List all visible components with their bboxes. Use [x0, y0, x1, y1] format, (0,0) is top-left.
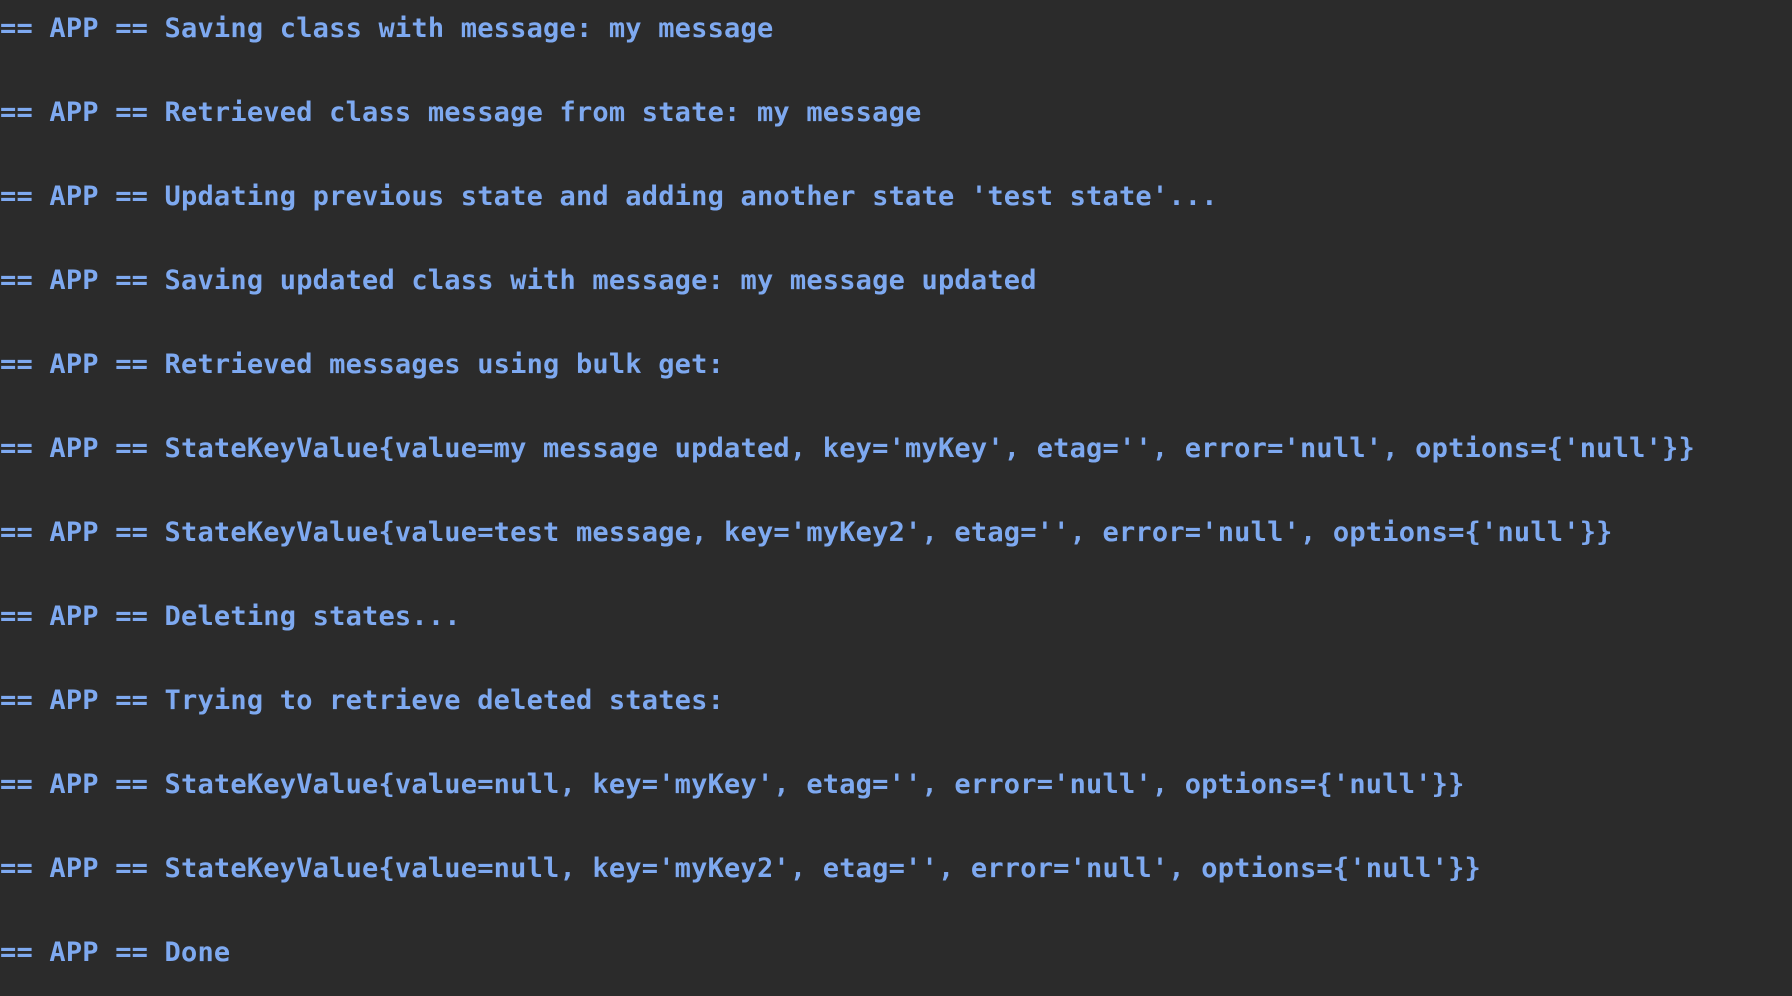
log-line: == APP == Retrieved messages using bulk … — [0, 349, 725, 380]
log-line: == APP == Updating previous state and ad… — [0, 181, 1218, 212]
log-line: == APP == StateKeyValue{value=null, key=… — [0, 853, 1481, 884]
log-line: == APP == Saving updated class with mess… — [0, 265, 1037, 296]
log-line: == APP == Retrieved class message from s… — [0, 97, 922, 128]
log-line: == APP == Done — [0, 937, 231, 968]
log-line: == APP == StateKeyValue{value=null, key=… — [0, 769, 1465, 800]
console-output: == APP == Saving class with message: my … — [0, 0, 1792, 996]
log-line: == APP == Deleting states... — [0, 601, 461, 632]
log-line: == APP == StateKeyValue{value=test messa… — [0, 517, 1613, 548]
log-line: == APP == Trying to retrieve deleted sta… — [0, 685, 725, 716]
log-line: == APP == Saving class with message: my … — [0, 13, 774, 44]
log-line: == APP == StateKeyValue{value=my message… — [0, 433, 1695, 464]
